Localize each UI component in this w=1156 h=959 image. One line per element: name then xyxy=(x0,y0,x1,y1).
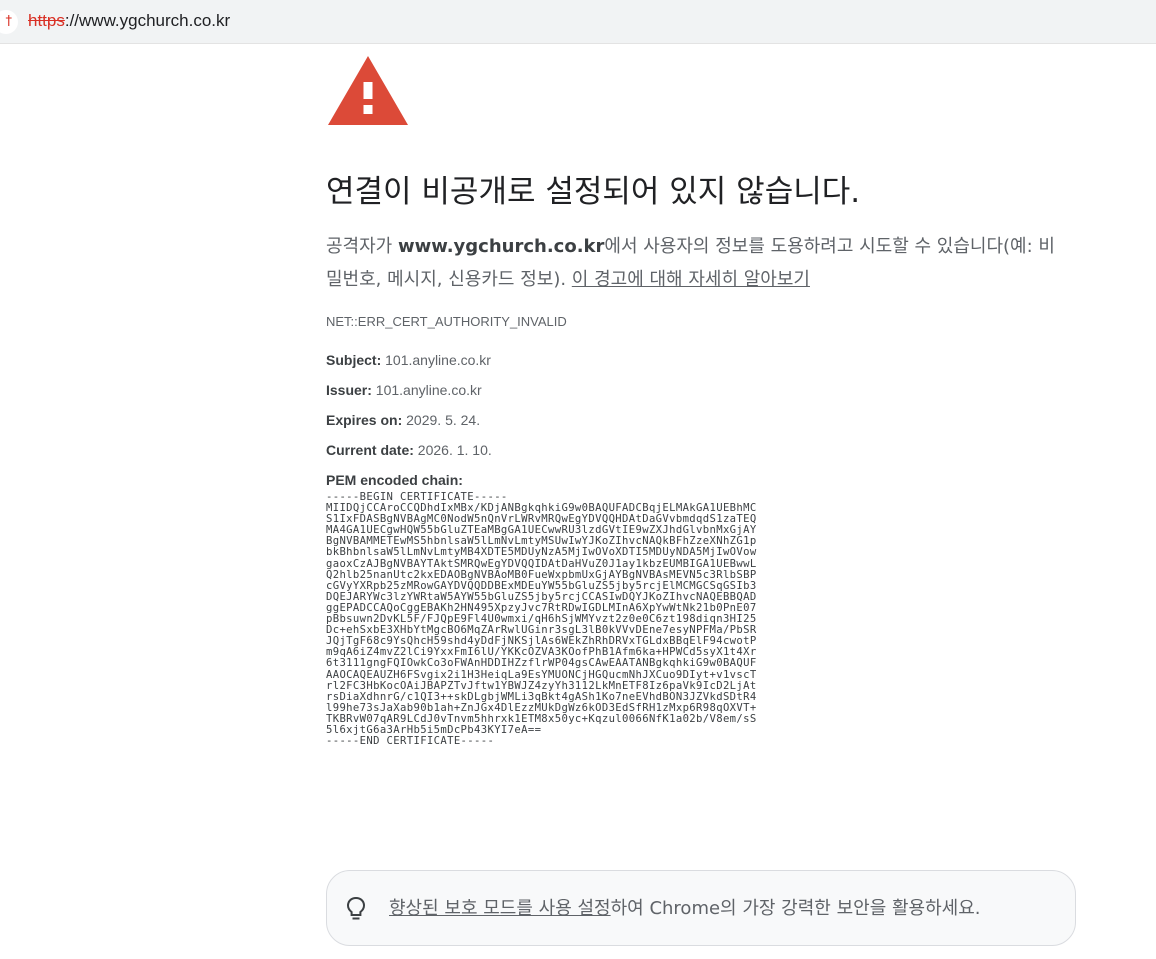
enhanced-protection-suffix: 하여 Chrome의 가장 강력한 보안을 활용하세요. xyxy=(610,898,981,919)
enhanced-protection-text: 향상된 보호 모드를 사용 설정하여 Chrome의 가장 강력한 보안을 활용… xyxy=(389,897,981,921)
enhanced-protection-box: 향상된 보호 모드를 사용 설정하여 Chrome의 가장 강력한 보안을 활용… xyxy=(326,870,1076,946)
explanation-prefix: 공격자가 xyxy=(326,236,398,257)
explanation-host: www.ygchurch.co.kr xyxy=(397,236,605,257)
lightbulb-icon xyxy=(346,896,366,920)
error-code: NET::ERR_CERT_AUTHORITY_INVALID xyxy=(326,314,567,329)
cert-subject: Subject: 101.anyline.co.kr xyxy=(326,351,491,369)
enhanced-protection-link[interactable]: 향상된 보호 모드를 사용 설정 xyxy=(389,898,611,919)
explanation-text: 공격자가 www.ygchurch.co.kr에서 사용자의 정보를 도용하려고… xyxy=(326,230,1066,296)
pem-chain-text: -----BEGIN CERTIFICATE----- MIIDQjCCAroC… xyxy=(326,491,757,748)
cert-subject-value: 101.anyline.co.kr xyxy=(381,352,491,368)
cert-subject-label: Subject: xyxy=(326,352,382,368)
cert-issuer-label: Issuer: xyxy=(326,382,372,398)
address-bar[interactable]: † https://www.ygchurch.co.kr xyxy=(0,0,1156,44)
cert-expires-label: Expires on: xyxy=(326,412,403,428)
url-text[interactable]: https://www.ygchurch.co.kr xyxy=(28,11,230,31)
cert-current-label: Current date: xyxy=(326,442,414,458)
cert-current-value: 2026. 1. 10. xyxy=(413,442,492,458)
cert-issuer: Issuer: 101.anyline.co.kr xyxy=(326,381,482,399)
cert-issuer-value: 101.anyline.co.kr xyxy=(371,382,482,398)
page-title: 연결이 비공개로 설정되어 있지 않습니다. xyxy=(326,174,861,210)
cert-expires: Expires on: 2029. 5. 24. xyxy=(326,411,480,429)
warning-triangle-icon xyxy=(328,56,408,125)
url-host: ://www.ygchurch.co.kr xyxy=(64,11,231,30)
cert-pem-label: PEM encoded chain: xyxy=(326,472,463,488)
cert-current-date: Current date: 2026. 1. 10. xyxy=(326,441,492,459)
not-secure-icon[interactable]: † xyxy=(0,10,18,34)
cert-pem-heading: PEM encoded chain: xyxy=(326,471,463,489)
learn-more-link[interactable]: 이 경고에 대해 자세히 알아보기 xyxy=(572,269,810,290)
cert-expires-value: 2029. 5. 24. xyxy=(402,412,481,428)
url-scheme: https xyxy=(28,11,65,30)
